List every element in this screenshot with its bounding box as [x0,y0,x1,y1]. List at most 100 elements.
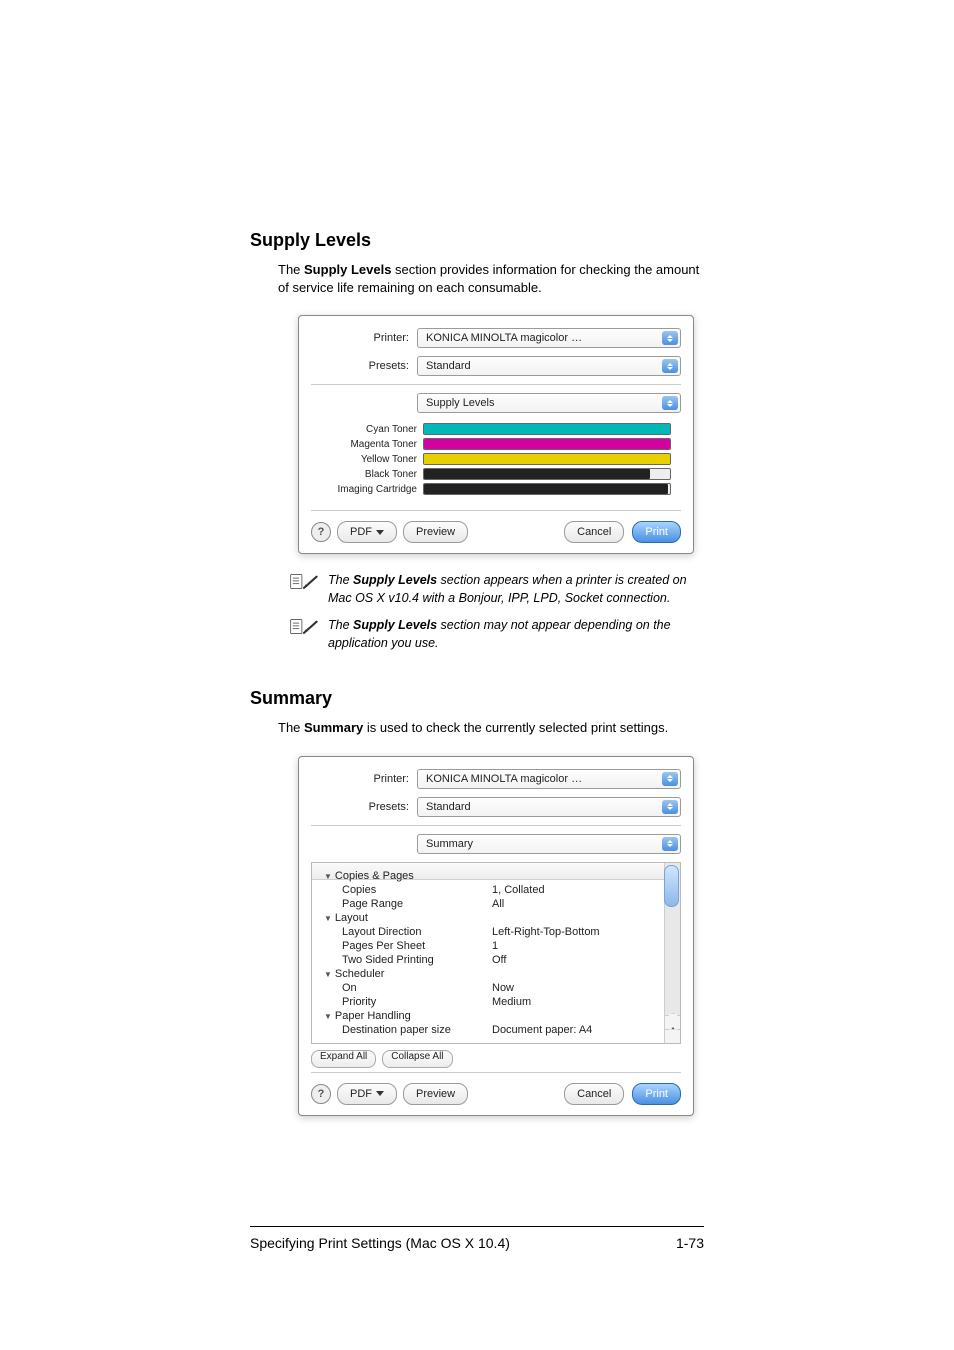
chevron-updown-icon [662,800,678,814]
tree-row[interactable]: Two Sided PrintingOff [324,953,660,967]
help-button[interactable]: ? [311,1084,331,1104]
progress-bar [423,438,671,450]
chevron-down-icon [376,530,384,535]
note-icon [290,617,318,642]
printer-select[interactable]: KONICA MINOLTA magicolor … [417,328,681,348]
label-printer: Printer: [311,773,417,785]
footer-left: Specifying Print Settings (Mac OS X 10.4… [250,1235,510,1251]
tree-row[interactable]: Page RangeAll [324,897,660,911]
supply-row: Magenta Toner [321,438,671,450]
tree-value [474,870,660,882]
supply-row: Yellow Toner [321,453,671,465]
tree-row[interactable]: Scheduler [324,967,660,981]
print-dialog-summary: Printer: KONICA MINOLTA magicolor … Pres… [298,756,694,1116]
text: is used to check the currently selected … [363,720,668,735]
presets-value: Standard [426,801,471,813]
presets-select[interactable]: Standard [417,797,681,817]
intro-supply-levels: The Supply Levels section provides infor… [250,261,704,297]
tree-key: Paper Handling [324,1010,474,1022]
text: The [328,573,353,587]
cancel-button[interactable]: Cancel [564,521,624,543]
text-bold: Supply Levels [353,618,437,632]
progress-fill [424,439,670,449]
note: The Supply Levels section may not appear… [290,617,704,652]
tree-key: Priority [324,996,492,1008]
divider [311,510,681,511]
tree-key: Pages Per Sheet [324,940,492,952]
progress-fill [424,454,670,464]
cancel-button[interactable]: Cancel [564,1083,624,1105]
tree-key: Page Range [324,898,492,910]
tree-value: Now [492,982,660,994]
collapse-all-button[interactable]: Collapse All [382,1050,452,1068]
tree-value: Document paper: A4 [492,1024,660,1036]
chevron-down-icon [376,1091,384,1096]
print-button[interactable]: Print [632,1083,681,1105]
footer-right: 1-73 [676,1235,704,1251]
chevron-updown-icon [662,396,678,410]
chevron-updown-icon [662,837,678,851]
tree-row[interactable]: Pages Per Sheet1 [324,939,660,953]
expand-all-button[interactable]: Expand All [311,1050,376,1068]
scroll-up[interactable] [665,1015,680,1029]
tree-row[interactable]: Copies & Pages [324,869,660,883]
supply-label: Magenta Toner [321,439,423,450]
page-footer: Specifying Print Settings (Mac OS X 10.4… [250,1226,704,1251]
chevron-updown-icon [662,772,678,786]
tree-value [474,1010,660,1022]
presets-select[interactable]: Standard [417,356,681,376]
panel-value: Summary [426,838,473,850]
tree-key: Copies [324,884,492,896]
panel-select[interactable]: Summary [417,834,681,854]
preview-button[interactable]: Preview [403,521,468,543]
tree-row[interactable]: Layout [324,911,660,925]
preview-button[interactable]: Preview [403,1083,468,1105]
tree-value: Medium [492,996,660,1008]
supply-label: Cyan Toner [321,424,423,435]
tree-row[interactable]: OnNow [324,981,660,995]
progress-bar [423,483,671,495]
tree-row[interactable]: Layout DirectionLeft-Right-Top-Bottom [324,925,660,939]
tree-key: Two Sided Printing [324,954,492,966]
tree-value: Off [492,954,660,966]
text: The [328,618,353,632]
note: The Supply Levels section appears when a… [290,572,704,607]
chevron-updown-icon [662,331,678,345]
label-presets: Presets: [311,360,417,372]
pdf-label: PDF [350,1088,372,1100]
tree-row[interactable]: Paper Handling [324,1009,660,1023]
divider [311,825,681,826]
scrollbar[interactable] [664,863,680,1043]
supply-label: Yellow Toner [321,454,423,465]
tree-row[interactable]: PriorityMedium [324,995,660,1009]
printer-value: KONICA MINOLTA magicolor … [426,332,582,344]
pdf-button[interactable]: PDF [337,1083,397,1105]
text-bold: Supply Levels [353,573,437,587]
supply-row: Black Toner [321,468,671,480]
tree-row[interactable]: Copies1, Collated [324,883,660,897]
progress-fill [424,469,650,479]
printer-value: KONICA MINOLTA magicolor … [426,773,582,785]
panel-value: Supply Levels [426,397,495,409]
printer-select[interactable]: KONICA MINOLTA magicolor … [417,769,681,789]
supply-label: Imaging Cartridge [321,484,423,495]
note-icon [290,572,318,597]
pdf-label: PDF [350,526,372,538]
divider [311,384,681,385]
progress-bar [423,453,671,465]
text: The [278,262,304,277]
divider [311,1072,681,1073]
print-button[interactable]: Print [632,521,681,543]
tree-value [474,912,660,924]
tree-key: Layout Direction [324,926,492,938]
panel-select[interactable]: Supply Levels [417,393,681,413]
tree-row[interactable]: Destination paper sizeDocument paper: A4 [324,1023,660,1037]
summary-tree[interactable]: Copies & PagesCopies1, CollatedPage Rang… [311,862,681,1044]
label-presets: Presets: [311,801,417,813]
scroll-thumb[interactable] [664,865,679,907]
supply-list: Cyan Toner Magenta Toner Yellow Toner Bl… [311,421,681,506]
help-button[interactable]: ? [311,522,331,542]
scroll-down[interactable] [665,1029,680,1043]
pdf-button[interactable]: PDF [337,521,397,543]
supply-row: Cyan Toner [321,423,671,435]
